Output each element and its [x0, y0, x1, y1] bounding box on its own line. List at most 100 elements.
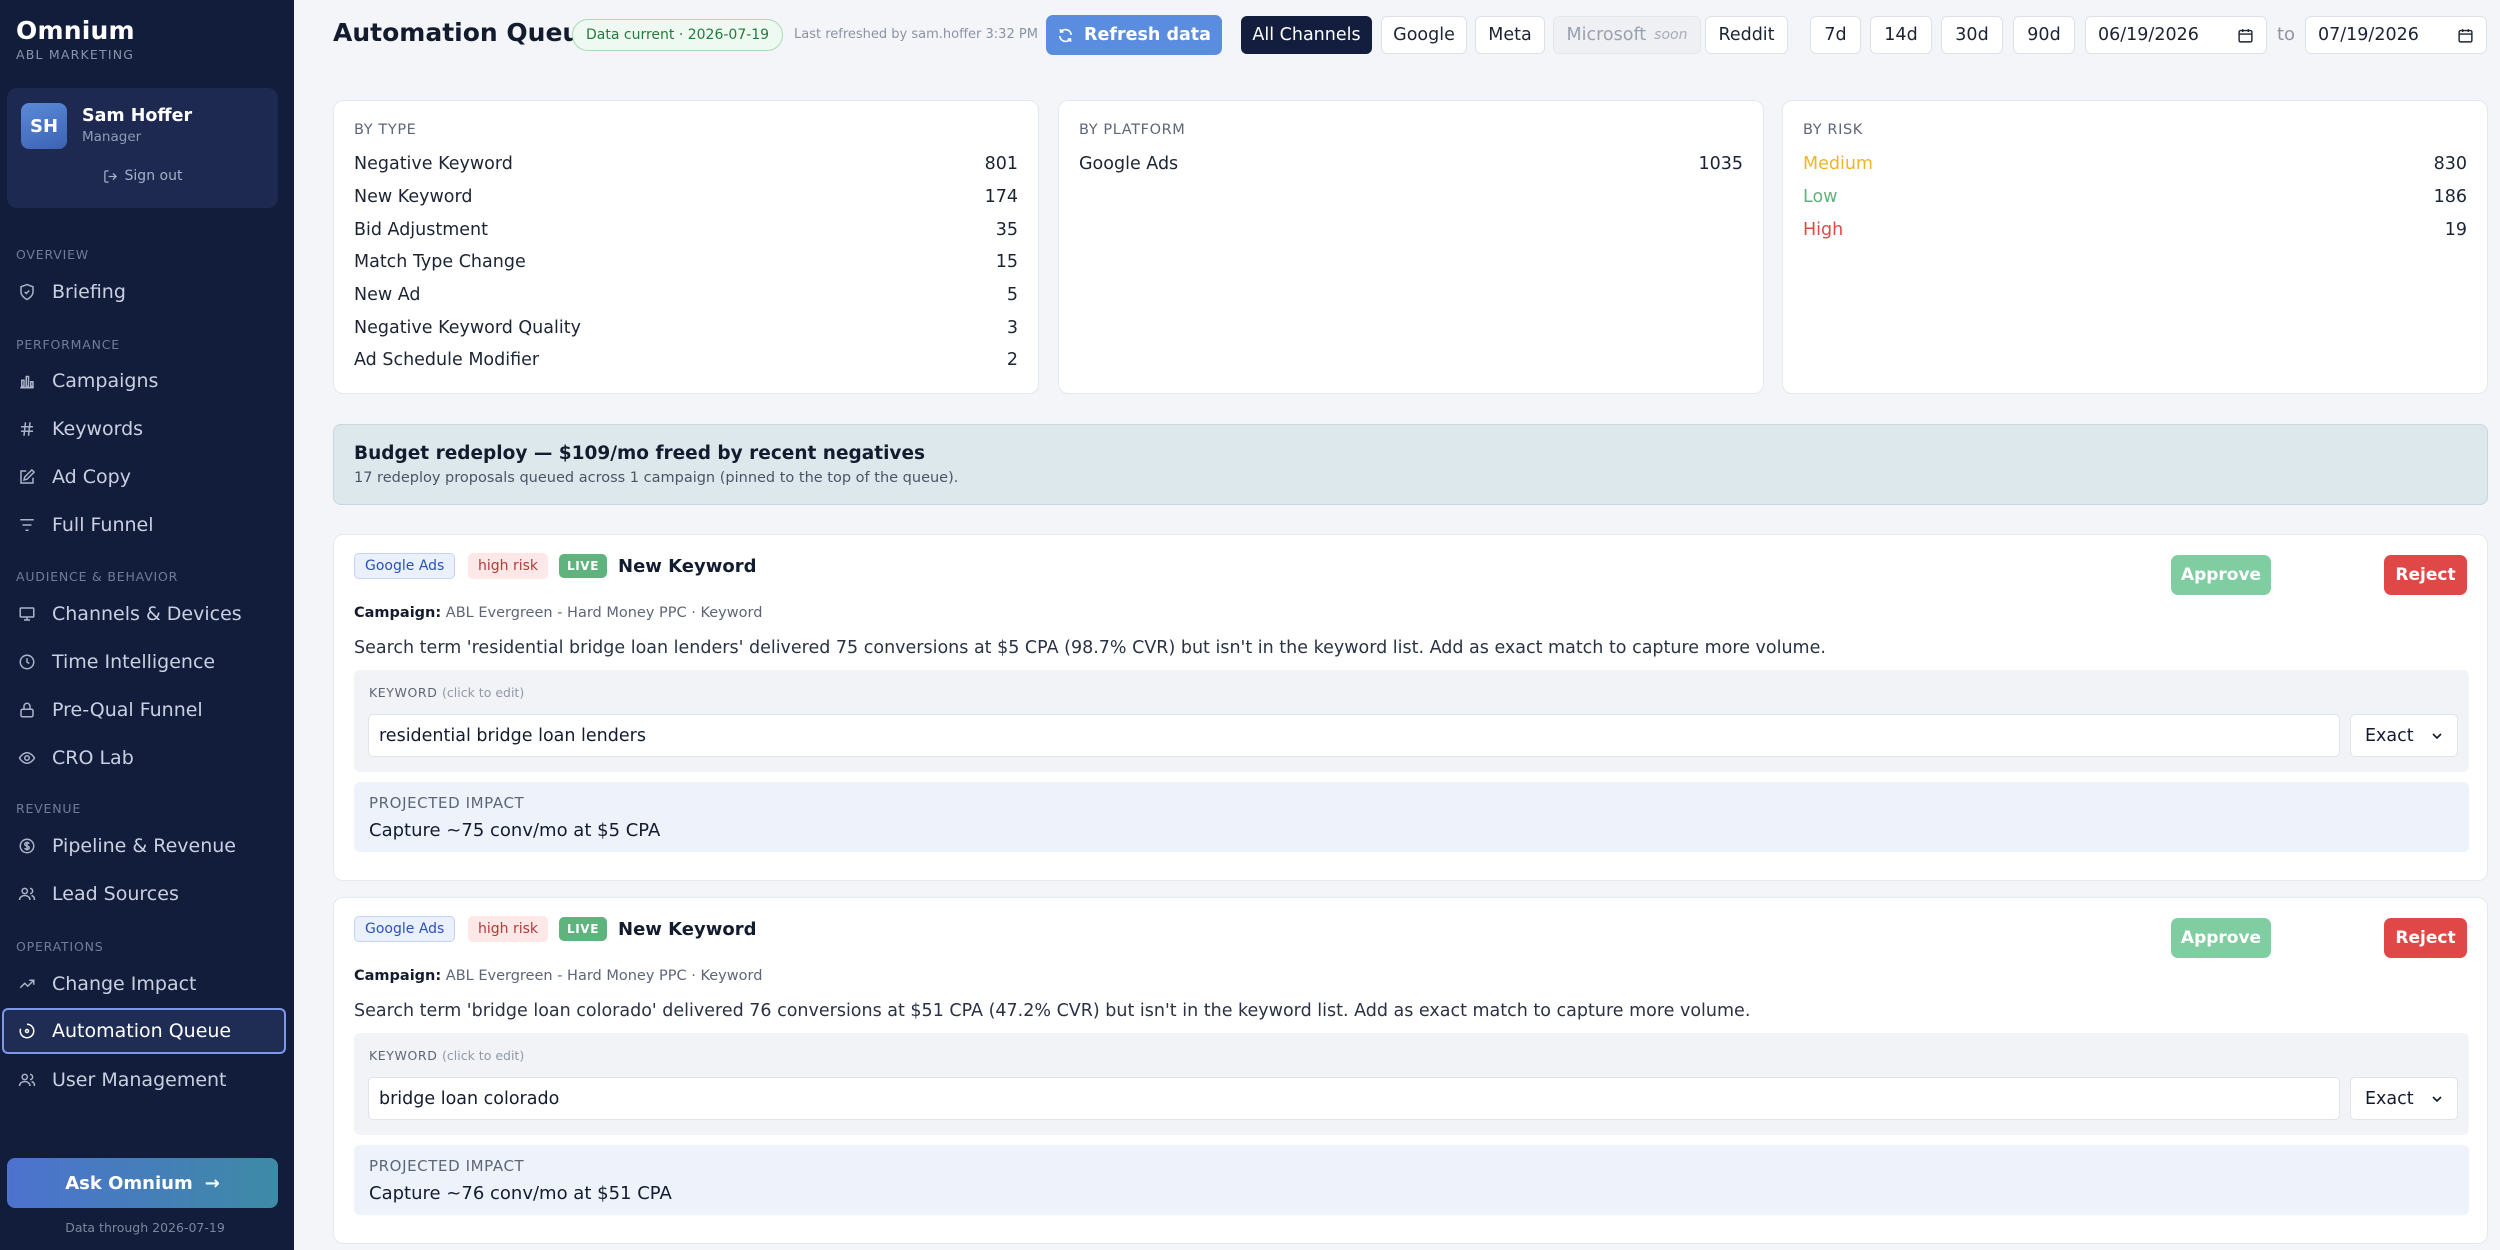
- sidebar-item-full-funnel[interactable]: Full Funnel: [0, 502, 294, 548]
- stat-value: 830: [2433, 154, 2467, 174]
- nav-section-overview: OVERVIEW: [16, 247, 89, 262]
- sidebar-item-label: Change Impact: [52, 973, 197, 995]
- impact-label: PROJECTED IMPACT: [369, 794, 525, 812]
- clock-icon: [19, 654, 35, 670]
- match-type-value: Exact: [2365, 1088, 2414, 1109]
- platform-tag: Google Ads: [354, 916, 456, 942]
- soon-label: soon: [1654, 27, 1688, 43]
- keyword-editor: KEYWORD (click to edit) residential brid…: [354, 670, 2469, 772]
- stat-row: New Keyword 174: [354, 187, 1018, 207]
- sidebar-item-pre-qual-funnel[interactable]: Pre-Qual Funnel: [0, 687, 294, 733]
- range-7d-button[interactable]: 7d: [1810, 16, 1861, 54]
- sign-out-button[interactable]: Sign out: [7, 168, 278, 184]
- sidebar-item-ad-copy[interactable]: Ad Copy: [0, 454, 294, 500]
- stat-label: Google Ads: [1079, 154, 1179, 174]
- refresh-data-button[interactable]: Refresh data: [1046, 15, 1222, 55]
- sidebar-item-label: Briefing: [52, 281, 126, 303]
- budget-redeploy-banner[interactable]: Budget redeploy — $109/mo freed by recen…: [333, 424, 2488, 505]
- impact-label: PROJECTED IMPACT: [369, 1157, 525, 1175]
- keyword-label: KEYWORD (click to edit): [369, 685, 525, 700]
- sidebar-item-label: Pre-Qual Funnel: [52, 699, 203, 721]
- brand[interactable]: Omnium ABL MARKETING: [16, 16, 135, 62]
- sign-out-label: Sign out: [124, 168, 183, 184]
- risk-low-label: Low: [1803, 187, 1838, 207]
- brand-name: Omnium: [16, 16, 135, 45]
- proposal-type: New Keyword: [618, 556, 757, 577]
- stat-label: Negative Keyword: [354, 154, 513, 174]
- keyword-label: KEYWORD (click to edit): [369, 1048, 525, 1063]
- calendar-icon: [2238, 28, 2253, 43]
- sidebar-item-automation-queue[interactable]: Automation Queue: [2, 1008, 286, 1054]
- sidebar-item-cro-lab[interactable]: CRO Lab: [0, 735, 294, 781]
- filter-icon: [20, 519, 34, 531]
- match-type-select[interactable]: Exact: [2350, 714, 2458, 757]
- nav-section-performance: PERFORMANCE: [16, 337, 120, 352]
- nav-section-revenue: REVENUE: [16, 801, 82, 816]
- stat-value: 2: [1006, 350, 1018, 370]
- reject-button[interactable]: Reject: [2384, 555, 2467, 595]
- sidebar-item-label: Time Intelligence: [52, 651, 216, 673]
- stat-row: New Ad 5: [354, 285, 1018, 305]
- sidebar-item-label: Pipeline & Revenue: [52, 835, 236, 857]
- keyword-input[interactable]: residential bridge loan lenders: [368, 714, 2340, 757]
- range-14d-button[interactable]: 14d: [1870, 16, 1932, 54]
- stats-by-type-card: BY TYPE Negative Keyword 801 New Keyword 1…: [333, 100, 1039, 394]
- sidebar-item-briefing[interactable]: Briefing: [0, 269, 294, 315]
- sidebar-item-label: CRO Lab: [52, 747, 134, 769]
- match-type-select[interactable]: Exact: [2350, 1077, 2458, 1120]
- sidebar-item-keywords[interactable]: Keywords: [0, 406, 294, 452]
- refresh-icon: [1059, 28, 1073, 42]
- sidebar-item-pipeline-revenue[interactable]: Pipeline & Revenue: [0, 823, 294, 869]
- range-30d-button[interactable]: 30d: [1941, 16, 2003, 54]
- date-from-value: 06/19/2026: [2098, 25, 2199, 45]
- card-title: BY TYPE: [354, 122, 417, 138]
- channel-meta-button[interactable]: Meta: [1475, 16, 1545, 54]
- sidebar-item-campaigns[interactable]: Campaigns: [0, 358, 294, 404]
- risk-tag: high risk: [468, 916, 549, 942]
- ask-omnium-button[interactable]: Ask Omnium →: [7, 1158, 278, 1208]
- eye-icon: [18, 751, 36, 765]
- sidebar-item-user-management[interactable]: User Management: [0, 1057, 294, 1103]
- keyword-input[interactable]: bridge loan colorado: [368, 1077, 2340, 1120]
- campaign-line: Campaign: ABL Evergreen - Hard Money PPC…: [354, 968, 762, 984]
- approve-button[interactable]: Approve: [2171, 918, 2271, 958]
- date-to-input[interactable]: 07/19/2026: [2305, 16, 2487, 54]
- sidebar: Omnium ABL MARKETING SH Sam Hoffer Manag…: [0, 0, 294, 1250]
- sidebar-item-change-impact[interactable]: Change Impact: [0, 961, 294, 1007]
- risk-medium-label: Medium: [1803, 154, 1873, 174]
- keyword-hint: (click to edit): [442, 1048, 525, 1063]
- avatar: SH: [21, 103, 67, 149]
- live-badge: LIVE: [559, 917, 607, 941]
- approve-button[interactable]: Approve: [2171, 555, 2271, 595]
- user-name: Sam Hoffer: [82, 106, 193, 126]
- user-card: SH Sam Hoffer Manager Sign out: [7, 88, 278, 208]
- brand-subtitle: ABL MARKETING: [16, 47, 135, 62]
- sidebar-item-time-intelligence[interactable]: Time Intelligence: [0, 639, 294, 685]
- card-title: BY RISK: [1803, 122, 1863, 138]
- arrow-right-icon: →: [204, 1172, 220, 1194]
- loader-icon: [19, 1023, 35, 1039]
- last-refreshed-text: Last refreshed by sam.hoffer 3:32 PM: [794, 27, 1038, 42]
- sidebar-item-lead-sources[interactable]: Lead Sources: [0, 871, 294, 917]
- lock-icon: [20, 702, 34, 718]
- sidebar-item-label: Ad Copy: [52, 466, 131, 488]
- reject-button[interactable]: Reject: [2384, 918, 2467, 958]
- stat-value: 801: [984, 154, 1018, 174]
- stat-row: Negative Keyword Quality 3: [354, 318, 1018, 338]
- channel-all-button[interactable]: All Channels: [1241, 16, 1372, 54]
- range-90d-button[interactable]: 90d: [2013, 16, 2075, 54]
- sidebar-item-label: User Management: [52, 1069, 227, 1091]
- live-badge: LIVE: [559, 554, 607, 578]
- page-title: Automation Queue: [333, 18, 598, 47]
- sign-out-icon: [103, 169, 117, 183]
- campaign-name: ABL Evergreen - Hard Money PPC · Keyword: [445, 968, 763, 984]
- budget-title: Budget redeploy — $109/mo freed by recen…: [354, 443, 926, 464]
- platform-tag: Google Ads: [354, 553, 456, 579]
- users-icon: [18, 1073, 36, 1087]
- channel-reddit-button[interactable]: Reddit: [1705, 16, 1788, 54]
- risk-tag: high risk: [468, 553, 549, 579]
- sidebar-item-channels-devices[interactable]: Channels & Devices: [0, 591, 294, 637]
- date-from-input[interactable]: 06/19/2026: [2085, 16, 2267, 54]
- channel-google-button[interactable]: Google: [1381, 16, 1467, 54]
- stat-row: High 19: [1803, 220, 2467, 240]
